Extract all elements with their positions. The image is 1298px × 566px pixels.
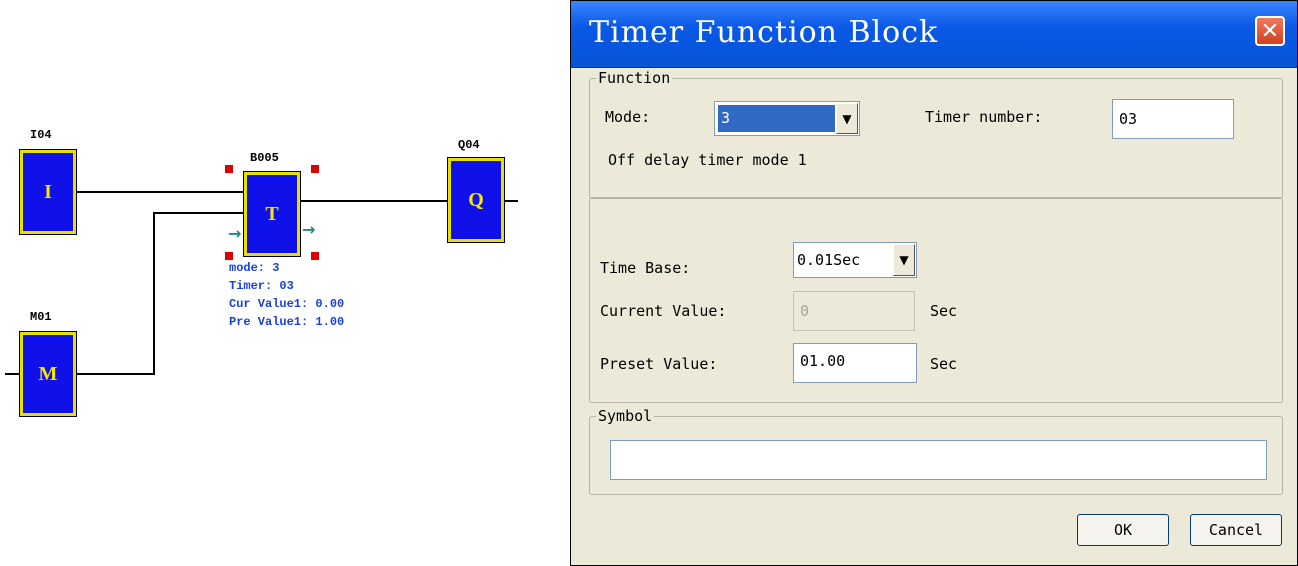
wire-m01-to-t: [153, 212, 244, 214]
mode-label: Mode:: [605, 108, 651, 126]
symbol-input[interactable]: [610, 440, 1267, 480]
close-button[interactable]: ✕: [1255, 16, 1285, 46]
current-value-input: 0: [793, 291, 915, 331]
preset-value-unit: Sec: [930, 355, 958, 373]
block-label-m01: M01: [30, 310, 52, 324]
block-label-q04: Q04: [458, 138, 480, 152]
function-group-legend: Function: [598, 69, 671, 87]
chevron-down-icon[interactable]: ▼: [893, 244, 915, 276]
timer-function-block-dialog: Timer Function Block ✕ Function Mode: 3 …: [570, 0, 1298, 566]
info-pre-value: Pre Value1: 1.00: [229, 315, 345, 329]
block-info: mode: 3 Timer: 03 Cur Value1: 0.00 Pre V…: [229, 259, 344, 331]
wire-m01-vertical: [153, 212, 155, 375]
ok-button[interactable]: OK: [1077, 514, 1169, 546]
block-letter: Q: [468, 188, 484, 211]
dialog-title: Timer Function Block: [589, 15, 939, 50]
timer-number-label: Timer number:: [925, 108, 1043, 126]
timer-number-input[interactable]: 03: [1112, 99, 1234, 139]
wire-m01-in: [5, 373, 21, 375]
mode-description: Off delay timer mode 1: [608, 151, 807, 169]
block-letter: T: [265, 202, 279, 225]
preset-value-label: Preset Value:: [600, 355, 718, 373]
block-letter: I: [44, 180, 52, 203]
close-icon: ✕: [1260, 18, 1280, 44]
current-value-label: Current Value:: [600, 302, 727, 320]
wire-i04-to-t: [76, 191, 244, 193]
block-label-b005: B005: [250, 151, 279, 165]
preset-value-input[interactable]: 01.00: [793, 343, 917, 383]
info-cur-value: Cur Value1: 0.00: [229, 297, 345, 311]
wire-t-to-q04: [300, 200, 448, 202]
current-value-unit: Sec: [930, 302, 958, 320]
wire-m01-horizontal: [76, 373, 154, 375]
wire-q04-out: [504, 200, 518, 202]
block-label-i04: I04: [30, 128, 52, 142]
output-block-q04[interactable]: Q: [447, 157, 505, 243]
mode-select[interactable]: 3 ▼: [714, 101, 860, 136]
arrow-out-icon: →: [302, 220, 316, 239]
chevron-down-icon[interactable]: ▼: [836, 103, 858, 134]
info-mode: mode: 3: [229, 261, 280, 275]
mode-select-value: 3: [718, 105, 835, 132]
info-timer: Timer: 03: [229, 279, 294, 293]
selection-handle-top-left[interactable]: [225, 165, 233, 173]
function-block-diagram: I04 I M01 M B005 T → → mode: 3 Timer: 03…: [0, 0, 570, 566]
cancel-button[interactable]: Cancel: [1190, 514, 1282, 546]
block-letter: M: [38, 362, 58, 385]
marker-block-m01[interactable]: M: [19, 331, 77, 417]
arrow-in-icon: →: [228, 224, 242, 243]
time-base-label: Time Base:: [600, 259, 691, 277]
input-block-i04[interactable]: I: [19, 149, 77, 235]
timer-block-b005[interactable]: T: [243, 171, 301, 257]
title-bar[interactable]: Timer Function Block ✕: [571, 1, 1297, 68]
symbol-group-legend: Symbol: [598, 407, 653, 425]
selection-handle-top-right[interactable]: [311, 165, 319, 173]
time-base-select-value: 0.01Sec: [797, 251, 861, 269]
time-base-select[interactable]: 0.01Sec ▼: [793, 242, 917, 278]
